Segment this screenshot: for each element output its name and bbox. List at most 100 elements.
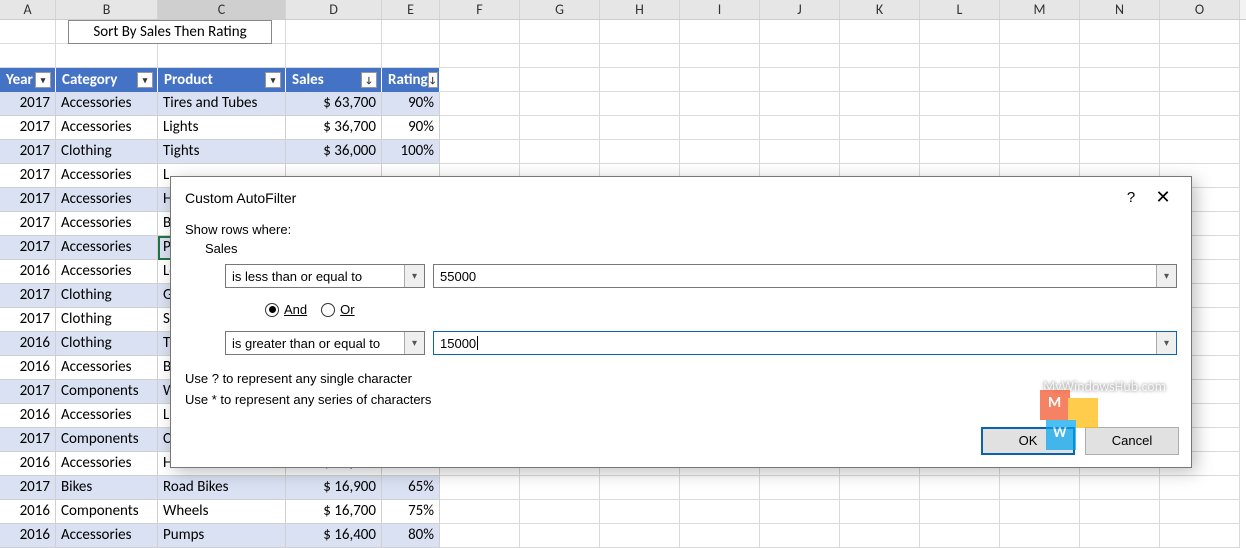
cell-category[interactable]: Accessories — [56, 188, 158, 212]
col-G[interactable]: G — [520, 0, 600, 19]
cell-category[interactable]: Accessories — [56, 236, 158, 260]
cell-product[interactable]: Tires and Tubes — [158, 92, 286, 116]
cell-category[interactable]: Accessories — [56, 92, 158, 116]
col-D[interactable]: D — [286, 0, 382, 19]
value-1-text: 55000 — [440, 269, 476, 284]
filter-dropdown-icon[interactable] — [265, 72, 281, 88]
cell-category[interactable]: Accessories — [56, 524, 158, 548]
cell-year[interactable]: 2017 — [0, 476, 56, 500]
cell-product[interactable]: Road Bikes — [158, 476, 286, 500]
col-C[interactable]: C — [158, 0, 286, 19]
ok-button[interactable]: OK — [981, 427, 1075, 455]
cell-product[interactable]: Pumps — [158, 524, 286, 548]
cell-category[interactable]: Clothing — [56, 332, 158, 356]
table-row[interactable]: 2017AccessoriesTires and Tubes$ 63,70090… — [0, 92, 440, 116]
cell-year[interactable]: 2017 — [0, 212, 56, 236]
operator-2-select[interactable]: is greater than or equal to ▾ — [225, 331, 425, 355]
cancel-button[interactable]: Cancel — [1085, 427, 1179, 455]
value-2-input[interactable]: 15000 ▾ — [433, 331, 1177, 355]
cell-year[interactable]: 2016 — [0, 356, 56, 380]
cell-category[interactable]: Accessories — [56, 212, 158, 236]
cell-year[interactable]: 2017 — [0, 116, 56, 140]
cell-category[interactable]: Clothing — [56, 308, 158, 332]
cell-category[interactable]: Accessories — [56, 260, 158, 284]
table-row[interactable]: 2017BikesRoad Bikes$ 16,90065% — [0, 476, 440, 500]
col-J[interactable]: J — [760, 0, 840, 19]
cell-year[interactable]: 2017 — [0, 164, 56, 188]
cell-year[interactable]: 2017 — [0, 380, 56, 404]
cell-year[interactable]: 2017 — [0, 140, 56, 164]
cell-product[interactable]: Tights — [158, 140, 286, 164]
cell-category[interactable]: Accessories — [56, 164, 158, 188]
col-F[interactable]: F — [440, 0, 520, 19]
table-row[interactable]: 2016ComponentsWheels$ 16,70075% — [0, 500, 440, 524]
cell-category[interactable]: Clothing — [56, 284, 158, 308]
cell-category[interactable]: Bikes — [56, 476, 158, 500]
cell-sales[interactable]: $ 36,000 — [286, 140, 382, 164]
cell-year[interactable]: 2017 — [0, 236, 56, 260]
col-I[interactable]: I — [680, 0, 760, 19]
cell-category[interactable]: Clothing — [56, 140, 158, 164]
header-category[interactable]: Category — [56, 68, 158, 92]
header-year[interactable]: Year — [0, 68, 56, 92]
col-A[interactable]: A — [0, 0, 56, 19]
cell-year[interactable]: 2017 — [0, 188, 56, 212]
filter-dropdown-icon[interactable] — [137, 72, 153, 88]
col-M[interactable]: M — [1000, 0, 1080, 19]
cell-sales[interactable]: $ 63,700 — [286, 92, 382, 116]
col-H[interactable]: H — [600, 0, 680, 19]
radio-and[interactable]: And — [265, 302, 307, 317]
cell-sales[interactable]: $ 16,700 — [286, 500, 382, 524]
cell-year[interactable]: 2017 — [0, 284, 56, 308]
cell-year[interactable]: 2016 — [0, 404, 56, 428]
value-1-input[interactable]: 55000 ▾ — [433, 264, 1177, 288]
cell-year[interactable]: 2017 — [0, 92, 56, 116]
table-row[interactable]: 2017AccessoriesLights$ 36,70090% — [0, 116, 440, 140]
cell-rating[interactable]: 65% — [382, 476, 440, 500]
cell-sales[interactable]: $ 36,700 — [286, 116, 382, 140]
cell-year[interactable]: 2016 — [0, 260, 56, 284]
filter-dropdown-icon[interactable] — [35, 72, 51, 88]
cell-category[interactable]: Accessories — [56, 404, 158, 428]
header-sales[interactable]: Sales — [286, 68, 382, 92]
header-rating[interactable]: Rating — [382, 68, 440, 92]
cell-year[interactable]: 2016 — [0, 500, 56, 524]
table-row[interactable]: 2016AccessoriesPumps$ 16,40080% — [0, 524, 440, 548]
cell-year[interactable]: 2016 — [0, 452, 56, 476]
filter-sort-icon[interactable] — [361, 72, 377, 88]
sort-button[interactable]: Sort By Sales Then Rating — [68, 20, 272, 44]
cell-category[interactable]: Components — [56, 380, 158, 404]
cell-category[interactable]: Accessories — [56, 452, 158, 476]
col-E[interactable]: E — [382, 0, 440, 19]
col-O[interactable]: O — [1160, 0, 1240, 19]
cell-category[interactable]: Accessories — [56, 356, 158, 380]
cell-year[interactable]: 2016 — [0, 332, 56, 356]
cell-category[interactable]: Accessories — [56, 116, 158, 140]
col-N[interactable]: N — [1080, 0, 1160, 19]
cell-year[interactable]: 2016 — [0, 524, 56, 548]
cell-sales[interactable]: $ 16,900 — [286, 476, 382, 500]
cell-product[interactable]: Lights — [158, 116, 286, 140]
close-icon[interactable]: ✕ — [1147, 187, 1179, 208]
cell-product[interactable]: Wheels — [158, 500, 286, 524]
radio-or[interactable]: Or — [321, 302, 354, 317]
cell-sales[interactable]: $ 16,400 — [286, 524, 382, 548]
operator-1-select[interactable]: is less than or equal to ▾ — [225, 264, 425, 288]
col-B[interactable]: B — [56, 0, 158, 19]
cell-rating[interactable]: 80% — [382, 524, 440, 548]
cell-rating[interactable]: 90% — [382, 92, 440, 116]
help-icon[interactable]: ? — [1115, 189, 1147, 206]
cell-rating[interactable]: 75% — [382, 500, 440, 524]
cell-year[interactable]: 2017 — [0, 308, 56, 332]
col-L[interactable]: L — [920, 0, 1000, 19]
cell-rating[interactable]: 100% — [382, 140, 440, 164]
table-row[interactable]: 2017ClothingTights$ 36,000100% — [0, 140, 440, 164]
cell-rating[interactable]: 90% — [382, 116, 440, 140]
filter-sort-icon[interactable] — [428, 72, 438, 88]
col-K[interactable]: K — [840, 0, 920, 19]
dialog-titlebar[interactable]: Custom AutoFilter ? ✕ — [171, 177, 1191, 216]
cell-category[interactable]: Components — [56, 428, 158, 452]
header-product[interactable]: Product — [158, 68, 286, 92]
cell-category[interactable]: Components — [56, 500, 158, 524]
cell-year[interactable]: 2017 — [0, 428, 56, 452]
